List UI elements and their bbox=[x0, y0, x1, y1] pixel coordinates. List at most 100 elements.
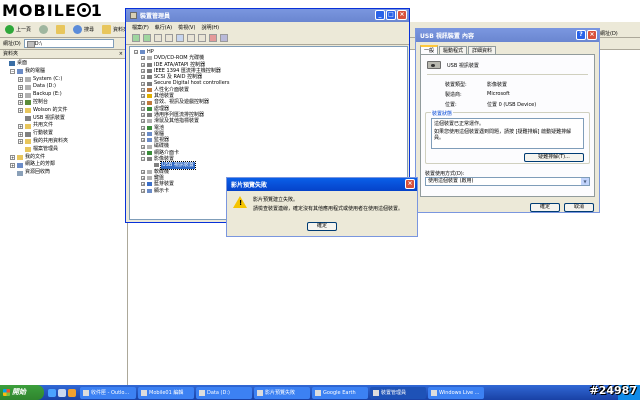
folder-tree-item[interactable]: + 共用文件 bbox=[2, 122, 125, 130]
properties-tab[interactable]: 驅動程式 bbox=[439, 46, 468, 54]
ie-icon[interactable] bbox=[48, 388, 56, 397]
expand-icon[interactable]: + bbox=[141, 100, 145, 105]
folder-tree-label: 控制台 bbox=[33, 98, 49, 105]
taskbar-button[interactable]: Data (D:) bbox=[196, 386, 252, 399]
expand-icon[interactable]: + bbox=[141, 94, 145, 99]
forward-icon[interactable] bbox=[143, 34, 151, 42]
folder-tree-item[interactable]: + Backup (E:) bbox=[2, 91, 125, 99]
expand-icon[interactable]: + bbox=[141, 62, 145, 67]
expand-icon[interactable]: + bbox=[18, 100, 23, 106]
maximize-button[interactable]: □ bbox=[386, 10, 396, 20]
folder-tree-item[interactable]: + Data (D:) bbox=[2, 83, 125, 91]
uninstall-icon[interactable] bbox=[209, 34, 217, 42]
expand-icon[interactable]: + bbox=[141, 144, 145, 149]
dialog-titlebar[interactable]: 影片預覽失敗 × bbox=[227, 178, 417, 191]
cancel-button[interactable]: 取消 bbox=[564, 203, 594, 212]
properties-tab[interactable]: 一般 bbox=[420, 45, 439, 54]
close-icon[interactable]: × bbox=[119, 50, 123, 58]
dialog-close-button[interactable]: × bbox=[405, 179, 415, 189]
properties-titlebar[interactable]: USB 視訊裝置 內容 ? × bbox=[416, 29, 599, 42]
forward-button[interactable] bbox=[36, 24, 51, 36]
media-icon[interactable] bbox=[68, 388, 76, 397]
search-button[interactable]: 搜尋 bbox=[70, 24, 97, 36]
folder-tree-item[interactable]: + 我的文件 bbox=[2, 154, 125, 162]
expand-icon[interactable]: + bbox=[141, 75, 145, 80]
expand-icon[interactable]: + bbox=[141, 138, 145, 143]
expand-icon[interactable]: + bbox=[141, 56, 145, 61]
folder-tree-item[interactable]: + Wolson 的文件 bbox=[2, 107, 125, 115]
expand-icon[interactable]: + bbox=[10, 162, 15, 168]
taskbar-button[interactable]: 收件匣 - Outlo... bbox=[80, 386, 136, 399]
up-button[interactable] bbox=[53, 24, 68, 36]
properties-close-button[interactable]: × bbox=[587, 30, 597, 40]
quick-launch bbox=[44, 388, 80, 397]
update-driver-icon[interactable] bbox=[198, 34, 206, 42]
back-button[interactable]: 上一頁 bbox=[2, 24, 34, 36]
properties-tab[interactable]: 詳細資料 bbox=[468, 46, 497, 54]
back-icon[interactable] bbox=[132, 34, 140, 42]
taskbar-button[interactable]: 裝置管理員 bbox=[370, 386, 426, 399]
show-desktop-icon[interactable] bbox=[58, 388, 66, 397]
collapse-icon[interactable]: − bbox=[10, 69, 15, 75]
view-icon[interactable] bbox=[154, 34, 162, 42]
start-button[interactable]: 開始 bbox=[0, 385, 44, 400]
expand-icon[interactable]: + bbox=[141, 106, 145, 111]
expand-icon[interactable]: + bbox=[141, 81, 145, 86]
expand-icon[interactable]: + bbox=[141, 188, 145, 193]
expand-icon[interactable]: + bbox=[141, 182, 145, 187]
folder-tree-item[interactable]: 桌面 bbox=[2, 60, 125, 68]
expand-icon[interactable]: + bbox=[10, 154, 15, 160]
folder-tree-item[interactable]: USB 視訊裝置 bbox=[2, 115, 125, 123]
expand-icon[interactable]: + bbox=[141, 113, 145, 118]
expand-icon[interactable]: + bbox=[141, 132, 145, 136]
expand-icon[interactable]: + bbox=[141, 87, 145, 92]
collapse-icon[interactable]: − bbox=[134, 50, 138, 55]
expand-icon[interactable]: + bbox=[141, 176, 145, 181]
folder-tree-item[interactable]: + 行動裝置 bbox=[2, 130, 125, 138]
properties-icon[interactable] bbox=[165, 34, 173, 42]
expand-icon[interactable]: + bbox=[18, 84, 23, 90]
address-input[interactable]: D:\ bbox=[23, 39, 114, 48]
menu-item[interactable]: 檢視(V) bbox=[178, 24, 195, 31]
menu-item[interactable]: 檔案(F) bbox=[132, 24, 149, 31]
dialog-message: 影片預覽建立失敗。 請檢查裝置連線，確定沒有其他應用程式或使用者在使用這個裝置。 bbox=[253, 196, 403, 214]
device-manager-titlebar[interactable]: 裝置管理員 _ □ × bbox=[126, 9, 409, 22]
expand-icon[interactable]: + bbox=[141, 169, 145, 174]
taskbar-button[interactable]: 影片預覽失敗 bbox=[254, 386, 310, 399]
taskbar-button[interactable]: Windows Live ... bbox=[428, 386, 484, 399]
expand-icon[interactable]: + bbox=[18, 108, 23, 114]
folder-tree-item[interactable]: 檔案管理員 bbox=[2, 146, 125, 154]
ok-button[interactable]: 確定 bbox=[530, 203, 560, 212]
dialog-ok-button[interactable]: 確定 bbox=[307, 222, 337, 231]
expand-icon[interactable]: + bbox=[18, 92, 23, 98]
folder-tree-item[interactable]: + 我的共用資料夾 bbox=[2, 138, 125, 146]
folder-tree-item[interactable]: + 控制台 bbox=[2, 99, 125, 107]
folder-tree-label: 網路上的芳鄰 bbox=[25, 161, 56, 168]
troubleshoot-button[interactable]: 疑難排解(T)... bbox=[524, 153, 584, 162]
expand-icon[interactable]: + bbox=[141, 150, 145, 155]
device-status-text[interactable]: 這個裝置已正常運作。 如果您使用這個裝置遇到問題，請按 [疑難排解] 啟動疑難排… bbox=[431, 118, 584, 149]
menu-item[interactable]: 說明(H) bbox=[201, 24, 219, 31]
minimize-button[interactable]: _ bbox=[375, 10, 385, 20]
folder-tree-item[interactable]: + 網路上的芳鄰 bbox=[2, 161, 125, 169]
help-button[interactable]: ? bbox=[576, 30, 586, 40]
taskbar-button[interactable]: Google Earth bbox=[312, 386, 368, 399]
folder-tree-item[interactable]: 資源回收筒 bbox=[2, 169, 125, 177]
taskbar-button[interactable]: Mobile01 編輯 bbox=[138, 386, 194, 399]
expand-icon[interactable]: + bbox=[141, 119, 145, 124]
expand-icon[interactable]: + bbox=[141, 69, 145, 74]
expand-icon[interactable]: + bbox=[141, 125, 145, 130]
folder-tree-item[interactable]: + System (C:) bbox=[2, 76, 125, 84]
expand-icon[interactable]: + bbox=[18, 76, 23, 82]
help-icon[interactable] bbox=[176, 34, 184, 42]
device-usage-select[interactable]: 使用這個裝置 (啟用) bbox=[425, 177, 590, 186]
close-button[interactable]: × bbox=[397, 10, 407, 20]
scan-icon[interactable] bbox=[187, 34, 195, 42]
expand-icon[interactable]: + bbox=[18, 139, 23, 145]
collapse-icon[interactable]: − bbox=[141, 157, 145, 162]
expand-icon[interactable]: + bbox=[18, 131, 23, 137]
folder-tree-item[interactable]: − 我的電腦 bbox=[2, 68, 125, 76]
menu-item[interactable]: 執行(A) bbox=[155, 24, 172, 31]
expand-icon[interactable]: + bbox=[18, 123, 23, 129]
disable-icon[interactable] bbox=[220, 34, 228, 42]
